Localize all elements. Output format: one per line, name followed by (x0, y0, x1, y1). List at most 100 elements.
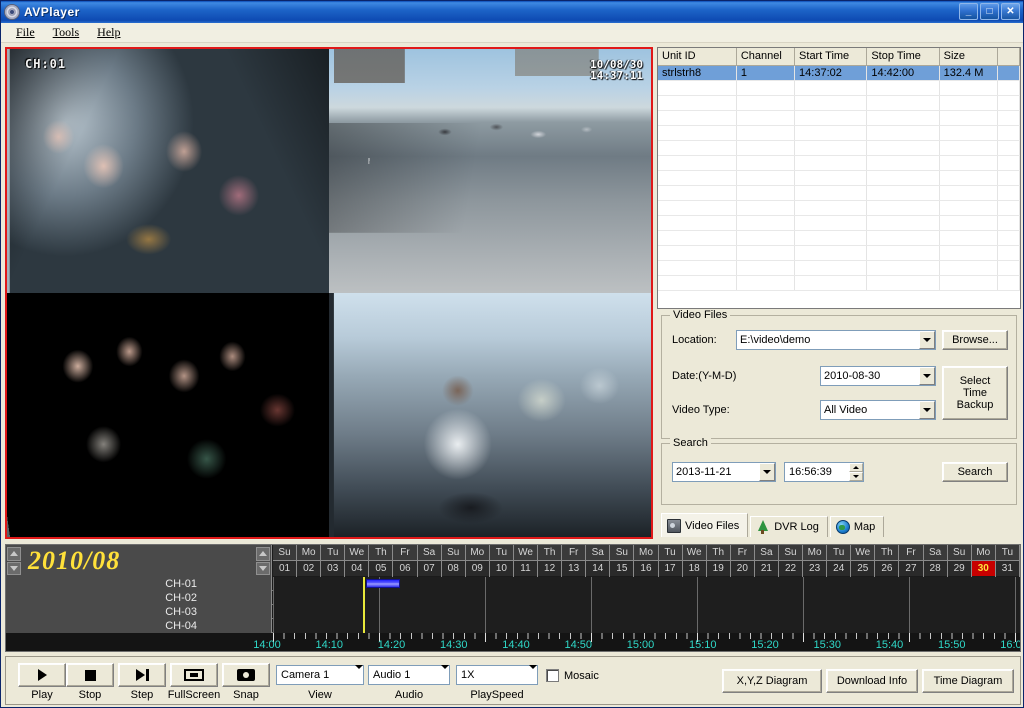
chevron-down-icon[interactable] (441, 669, 449, 681)
minimize-button[interactable]: _ (959, 3, 978, 20)
column-header-size[interactable]: Size (939, 48, 997, 65)
video-panel[interactable]: CH:01 10/08/30 14:37:11 (5, 47, 653, 539)
calendar-day-05[interactable]: Th05 (369, 545, 393, 577)
timeline-row-ch-01[interactable]: CH-01 (6, 577, 1020, 591)
calendar-day-08[interactable]: Su08 (442, 545, 466, 577)
table-row-empty[interactable] (658, 110, 1020, 125)
date-combo[interactable]: 2010-08-30 (820, 366, 936, 386)
table-row-empty[interactable] (658, 245, 1020, 260)
chevron-down-icon[interactable] (759, 463, 775, 481)
playhead-marker[interactable] (363, 619, 365, 633)
month-spinner-right[interactable] (255, 546, 271, 576)
menu-tools[interactable]: Tools (44, 23, 89, 42)
timeline-row-ch-04[interactable]: CH-04 (6, 619, 1020, 633)
browse-button[interactable]: Browse... (942, 330, 1008, 350)
table-row-empty[interactable] (658, 260, 1020, 275)
search-date-combo[interactable]: 2013-11-21 (672, 462, 776, 482)
playspeed-combo[interactable]: 1X (456, 665, 538, 685)
month-spinner-left[interactable] (6, 546, 22, 576)
video-pane-4[interactable] (329, 293, 651, 537)
chevron-down-icon[interactable] (529, 669, 537, 681)
menu-file[interactable]: File (7, 23, 44, 42)
column-header-unit-id[interactable]: Unit ID (658, 48, 736, 65)
table-row-empty[interactable] (658, 215, 1020, 230)
calendar-day-22[interactable]: Su22 (779, 545, 803, 577)
month-up-icon-2[interactable] (256, 547, 270, 561)
month-down-icon[interactable] (7, 562, 21, 576)
tab-map[interactable]: Map (830, 516, 884, 537)
table-row-empty[interactable] (658, 95, 1020, 110)
time-diagram-button[interactable]: Time Diagram (922, 669, 1014, 693)
chevron-down-icon[interactable] (355, 669, 363, 681)
calendar-day-28[interactable]: Sa28 (924, 545, 948, 577)
xyz-diagram-button[interactable]: X,Y,Z Diagram (722, 669, 822, 693)
checkbox-icon[interactable] (546, 669, 559, 682)
timeline-row-ch-02[interactable]: CH-02 (6, 591, 1020, 605)
spinner-down-icon[interactable] (849, 472, 863, 481)
stop-button[interactable] (66, 663, 114, 687)
calendar-day-11[interactable]: We11 (514, 545, 538, 577)
table-row-empty[interactable] (658, 185, 1020, 200)
table-row-empty[interactable] (658, 170, 1020, 185)
menu-help[interactable]: Help (88, 23, 129, 42)
video-pane-1[interactable]: CH:01 (7, 49, 329, 293)
calendar-day-15[interactable]: Su15 (610, 545, 634, 577)
mosaic-checkbox[interactable]: Mosaic (546, 669, 599, 682)
table-row-empty[interactable] (658, 155, 1020, 170)
play-button[interactable] (18, 663, 66, 687)
spinner-up-icon[interactable] (849, 463, 863, 472)
playhead-marker[interactable] (363, 591, 365, 605)
table-row-empty[interactable] (658, 200, 1020, 215)
calendar-day-06[interactable]: Fr06 (393, 545, 417, 577)
calendar-day-20[interactable]: Fr20 (731, 545, 755, 577)
video-type-combo[interactable]: All Video (820, 400, 936, 420)
download-info-button[interactable]: Download Info (826, 669, 918, 693)
chevron-down-icon[interactable] (919, 331, 935, 349)
table-row-empty[interactable] (658, 140, 1020, 155)
playhead-marker[interactable] (363, 605, 365, 619)
calendar-day-25[interactable]: We25 (851, 545, 875, 577)
timeline-day-header[interactable]: Su01Mo02Tu03We04Th05Fr06Sa07Su08Mo09Tu10… (273, 545, 1020, 577)
table-row-empty[interactable] (658, 80, 1020, 95)
calendar-day-21[interactable]: Sa21 (755, 545, 779, 577)
recording-segment[interactable] (366, 579, 400, 588)
column-header-start-time[interactable]: Start Time (795, 48, 867, 65)
close-button[interactable]: ✕ (1001, 3, 1020, 20)
fullscreen-button[interactable] (170, 663, 218, 687)
audio-combo[interactable]: Audio 1 (368, 665, 450, 685)
calendar-day-13[interactable]: Fr13 (562, 545, 586, 577)
location-combo[interactable]: E:\video\demo (736, 330, 936, 350)
timeline-track[interactable] (273, 605, 1020, 619)
step-button[interactable] (118, 663, 166, 687)
video-pane-2[interactable]: 10/08/30 14:37:11 (329, 49, 651, 293)
column-header-channel[interactable]: Channel (736, 48, 794, 65)
calendar-day-14[interactable]: Sa14 (586, 545, 610, 577)
calendar-day-27[interactable]: Fr27 (899, 545, 923, 577)
search-button[interactable]: Search (942, 462, 1008, 482)
file-list[interactable]: Unit ID Channel Start Time Stop Time Siz… (657, 47, 1021, 309)
spinner-buttons[interactable] (849, 463, 863, 481)
calendar-day-10[interactable]: Tu10 (490, 545, 514, 577)
table-row-empty[interactable] (658, 125, 1020, 140)
timeline-track[interactable] (273, 577, 1020, 591)
calendar-day-01[interactable]: Su01 (273, 545, 297, 577)
snap-button[interactable] (222, 663, 270, 687)
column-header-extra[interactable] (997, 48, 1019, 65)
calendar-day-12[interactable]: Th12 (538, 545, 562, 577)
calendar-day-07[interactable]: Sa07 (418, 545, 442, 577)
video-pane-3[interactable] (7, 293, 329, 537)
timeline-track[interactable] (273, 619, 1020, 633)
calendar-day-30[interactable]: Mo30 (972, 545, 996, 577)
playhead-marker[interactable] (363, 577, 365, 591)
calendar-day-23[interactable]: Mo23 (803, 545, 827, 577)
timeline-track[interactable] (273, 591, 1020, 605)
tab-dvr-log[interactable]: DVR Log (750, 516, 828, 537)
tab-video-files[interactable]: Video Files (661, 513, 748, 537)
chevron-down-icon[interactable] (919, 367, 935, 385)
calendar-day-18[interactable]: We18 (683, 545, 707, 577)
select-time-backup-button[interactable]: Select Time Backup (942, 366, 1008, 420)
calendar-day-16[interactable]: Mo16 (634, 545, 658, 577)
calendar-day-03[interactable]: Tu03 (321, 545, 345, 577)
table-row-empty[interactable] (658, 275, 1020, 290)
calendar-day-29[interactable]: Su29 (948, 545, 972, 577)
